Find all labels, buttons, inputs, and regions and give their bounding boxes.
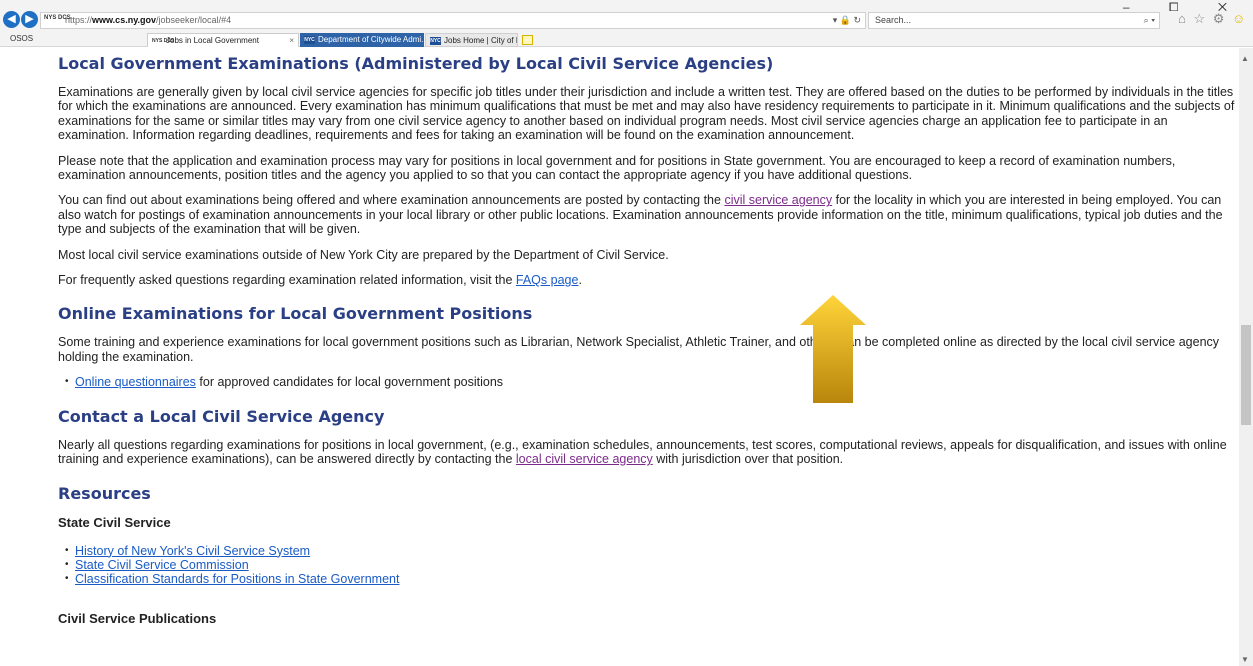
favorites-item-osos[interactable]: OSOS bbox=[10, 34, 33, 43]
history-civil-service-link[interactable]: History of New York's Civil Service Syst… bbox=[75, 544, 310, 558]
section-title-local-examinations: Local Government Examinations (Administe… bbox=[58, 54, 774, 73]
vertical-scrollbar[interactable]: ▲ ▼ bbox=[1239, 48, 1253, 666]
url-host: www.cs.ny.gov bbox=[92, 15, 157, 25]
subheading-state-civil-service: State Civil Service bbox=[58, 514, 171, 530]
url-path: /jobseeker/local/#4 bbox=[156, 15, 232, 25]
forward-arrow-icon: ▶ bbox=[25, 13, 34, 25]
search-placeholder: Search... bbox=[875, 15, 912, 25]
paragraph-find-exams: You can find out about examinations bein… bbox=[58, 193, 1238, 236]
page-viewport: Local Government Examinations (Administe… bbox=[0, 48, 1239, 666]
tab-strip: OSOS NYS DCS Jobs in Local Government × … bbox=[0, 33, 1253, 47]
local-civil-service-agency-link[interactable]: local civil service agency bbox=[516, 452, 653, 466]
tab-favicon-icon: NYC bbox=[430, 37, 441, 45]
tab-department-citywide[interactable]: NYC Department of Citywide Admi... bbox=[300, 33, 424, 47]
paragraph-contact: Nearly all questions regarding examinati… bbox=[58, 438, 1238, 467]
tab-favicon-icon: NYC bbox=[304, 36, 315, 44]
address-controls[interactable]: ▾ 🔒 ↻ bbox=[833, 13, 861, 28]
main-content: Local Government Examinations (Administe… bbox=[58, 54, 1238, 640]
tab-label: Department of Citywide Admi... bbox=[318, 35, 424, 44]
civil-service-agency-link[interactable]: civil service agency bbox=[724, 193, 832, 207]
resources-list: History of New York's Civil Service Syst… bbox=[65, 544, 1238, 588]
list-item: State Civil Service Commission bbox=[65, 558, 1238, 573]
browser-chrome: ◀ ▶ NYS DCS https://www.cs.ny.gov/jobsee… bbox=[0, 0, 1253, 47]
scroll-thumb[interactable] bbox=[1241, 325, 1251, 425]
window-controls[interactable]: – ⧠ ✕ bbox=[1123, 0, 1245, 15]
text: For frequently asked questions regarding… bbox=[58, 273, 516, 288]
back-arrow-icon: ◀ bbox=[7, 13, 16, 25]
text: for approved candidates for local govern… bbox=[195, 375, 504, 390]
tab-jobs-local-government[interactable]: NYS DCS Jobs in Local Government × bbox=[147, 33, 299, 47]
forward-button[interactable]: ▶ bbox=[21, 11, 38, 28]
classification-standards-link[interactable]: Classification Standards for Positions i… bbox=[75, 572, 399, 586]
online-exams-list: Online questionnaires for approved candi… bbox=[65, 375, 1238, 390]
subheading-publications: Civil Service Publications bbox=[58, 610, 217, 626]
close-icon[interactable]: × bbox=[289, 34, 294, 47]
text: You can find out about examinations bein… bbox=[58, 193, 725, 208]
up-arrow-annotation-icon bbox=[800, 295, 866, 403]
tab-label: Jobs in Local Government bbox=[166, 36, 259, 45]
paragraph-process-note: Please note that the application and exa… bbox=[58, 153, 1176, 183]
text: . bbox=[578, 273, 582, 288]
paragraph-online-exams: Some training and experience examination… bbox=[58, 335, 1220, 364]
section-title-contact-agency: Contact a Local Civil Service Agency bbox=[58, 406, 385, 426]
state-commission-link[interactable]: State Civil Service Commission bbox=[75, 558, 249, 572]
tab-jobs-home-nyc[interactable]: NYC Jobs Home | City of New York bbox=[425, 33, 518, 47]
text: with jurisdiction over that position. bbox=[652, 452, 844, 467]
list-item: History of New York's Civil Service Syst… bbox=[65, 544, 1238, 559]
search-input[interactable]: Search... ⌕ ▾ bbox=[868, 12, 1160, 29]
online-questionnaires-link[interactable]: Online questionnaires bbox=[75, 375, 196, 389]
paragraph-exam-overview: Examinations are generally given by loca… bbox=[58, 85, 1235, 143]
list-item: Classification Standards for Positions i… bbox=[65, 572, 1238, 587]
faqs-page-link[interactable]: FAQs page bbox=[516, 273, 579, 287]
list-item: Online questionnaires for approved candi… bbox=[65, 375, 1238, 390]
search-icon[interactable]: ⌕ ▾ bbox=[1144, 13, 1155, 28]
paragraph-faq: For frequently asked questions regarding… bbox=[58, 273, 1238, 287]
new-tab-button[interactable] bbox=[522, 35, 533, 45]
address-bar[interactable]: NYS DCS https://www.cs.ny.gov/jobseeker/… bbox=[40, 12, 866, 29]
section-title-online-examinations: Online Examinations for Local Government… bbox=[58, 304, 533, 324]
site-favicon-icon: NYS DCS bbox=[44, 15, 71, 21]
section-title-resources: Resources bbox=[58, 483, 151, 503]
paragraph-prepared-by: Most local civil service examinations ou… bbox=[58, 247, 669, 262]
tab-label: Jobs Home | City of New York bbox=[444, 36, 517, 45]
scroll-up-icon[interactable]: ▲ bbox=[1241, 54, 1249, 63]
back-button[interactable]: ◀ bbox=[3, 11, 20, 28]
scroll-down-icon[interactable]: ▼ bbox=[1241, 655, 1249, 664]
tab-favicon-icon: NYS DCS bbox=[152, 38, 175, 44]
